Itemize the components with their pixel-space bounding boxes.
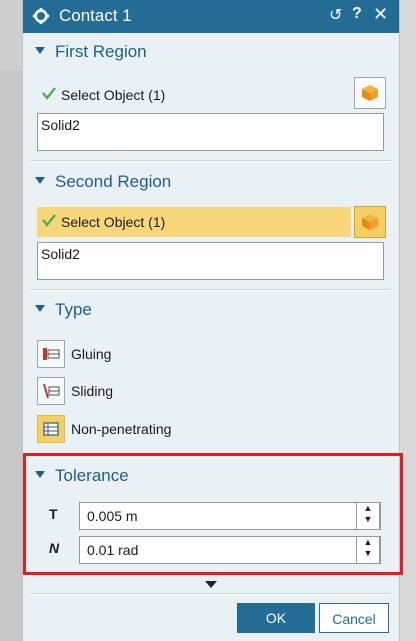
dialog-title: Contact 1 — [59, 6, 132, 25]
type-label: Type — [55, 300, 92, 319]
section-divider — [31, 290, 391, 291]
second-region-label: Second Region — [55, 172, 172, 191]
section-divider — [31, 161, 391, 162]
section-type-header[interactable]: Type — [35, 300, 92, 320]
section-first-region-header[interactable]: First Region — [35, 42, 147, 62]
first-region-object-value: Solid2 — [41, 117, 80, 133]
cube-icon — [362, 214, 378, 230]
close-icon[interactable]: ✕ — [373, 4, 388, 25]
second-region-object-value: Solid2 — [41, 246, 80, 262]
chevron-down-icon — [35, 177, 45, 184]
first-region-select-row[interactable]: Select Object (1) — [37, 80, 383, 110]
second-region-select-row[interactable]: Select Object (1) — [37, 207, 351, 237]
sliding-icon — [37, 377, 65, 405]
sliding-label: Sliding — [71, 383, 114, 399]
dialog-titlebar: Contact 1 ↺ ? ✕ — [23, 0, 399, 33]
second-region-object-list[interactable]: Solid2 — [37, 242, 384, 280]
checkmark-icon — [42, 214, 56, 227]
ok-button[interactable]: OK — [237, 603, 315, 633]
section-second-region-header[interactable]: Second Region — [35, 172, 171, 192]
cancel-button[interactable]: Cancel — [319, 603, 389, 633]
first-region-object-list[interactable]: Solid2 — [37, 113, 384, 151]
gluing-icon — [37, 340, 65, 368]
footer-divider — [31, 594, 391, 595]
first-region-label: First Region — [55, 42, 147, 61]
non-penetrating-icon — [37, 415, 65, 443]
chevron-down-icon — [35, 305, 45, 312]
chevron-down-icon — [35, 47, 45, 54]
second-region-select-label: Select Object (1) — [61, 214, 166, 230]
second-region-select-object-button[interactable] — [354, 206, 386, 238]
background-pane — [0, 70, 22, 641]
reset-icon[interactable]: ↺ — [329, 5, 342, 25]
help-icon[interactable]: ? — [352, 5, 362, 23]
gear-icon — [32, 7, 50, 25]
cube-icon — [362, 85, 378, 101]
tolerance-highlight-annotation — [23, 453, 403, 575]
first-region-select-label: Select Object (1) — [61, 87, 166, 103]
more-options-arrow-icon[interactable] — [205, 581, 217, 588]
first-region-select-object-button[interactable] — [354, 77, 386, 109]
checkmark-icon — [42, 87, 56, 100]
gluing-label: Gluing — [71, 346, 112, 362]
non-penetrating-label: Non-penetrating — [71, 421, 172, 437]
